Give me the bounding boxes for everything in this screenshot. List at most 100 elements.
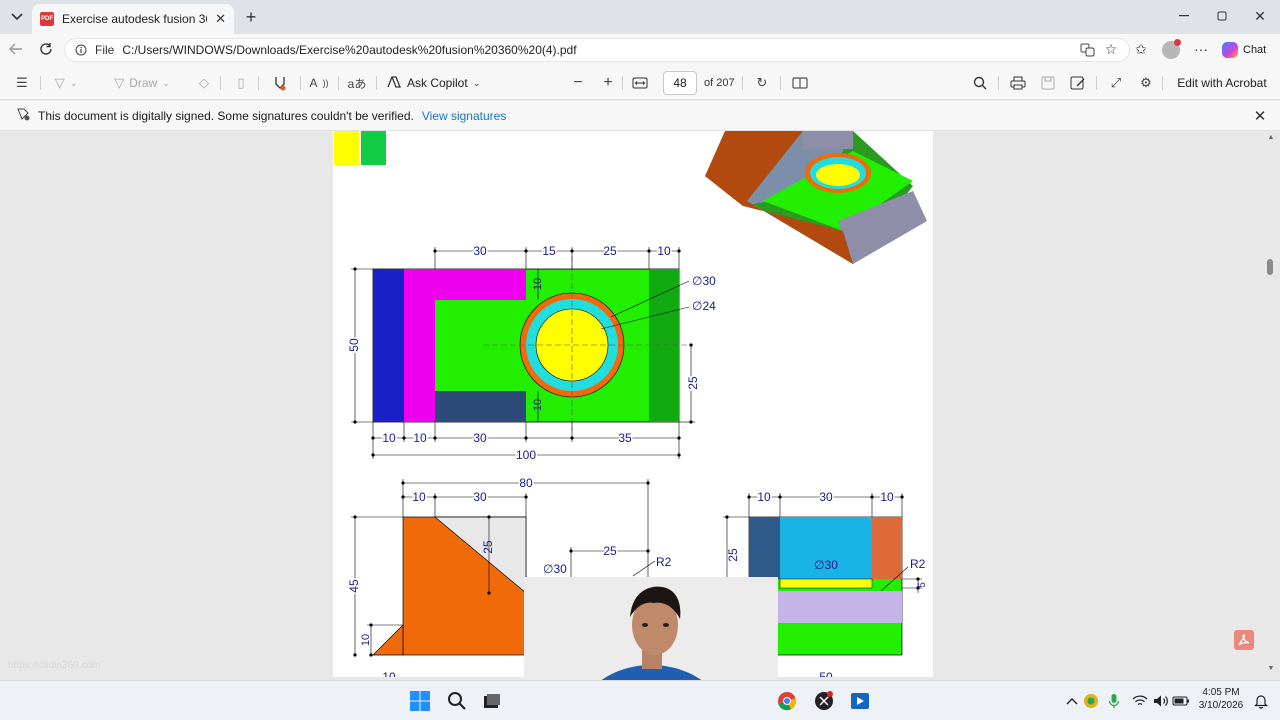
wifi-icon[interactable] <box>1129 690 1151 712</box>
chevron-down-icon: ⌄ <box>162 77 170 88</box>
zoom-out-icon[interactable]: − <box>570 72 586 94</box>
dim-top-3: 25 <box>603 244 617 258</box>
battery-icon[interactable] <box>1170 690 1192 712</box>
dim-top-4: 10 <box>657 244 671 258</box>
info-icon[interactable] <box>75 44 87 56</box>
front-overall-width: 80 <box>519 476 533 490</box>
annotation-tool-icon[interactable] <box>270 72 290 94</box>
dim-height: 50 <box>347 338 361 352</box>
ask-copilot-label: Ask Copilot <box>407 76 468 90</box>
draw-tool-button[interactable]: ▽ Draw ⌄ <box>104 72 180 94</box>
dim-bottom-3: 30 <box>473 431 487 445</box>
legend-yellow-swatch <box>334 131 359 165</box>
side-radius: R2 <box>910 557 926 571</box>
favorite-star-icon[interactable]: ☆ <box>1103 41 1119 57</box>
top-view: 30 15 25 10 10 10 30 35 100 50 25 10 10 … <box>346 243 717 464</box>
new-tab-button[interactable]: + <box>242 7 260 27</box>
maximize-icon[interactable] <box>1214 8 1230 24</box>
pen-icon: ▽ <box>114 75 125 90</box>
toolbar-divider <box>258 76 259 90</box>
tab-list-chevron-icon[interactable] <box>8 9 26 25</box>
refresh-icon[interactable] <box>38 41 54 57</box>
side-small-dim: 5 <box>917 582 928 588</box>
side-bottom-dim: 50 <box>819 670 833 677</box>
contents-list-icon[interactable]: ☰ <box>12 72 32 94</box>
page-count: of 207 <box>704 77 735 89</box>
toolbar-divider <box>998 76 999 90</box>
fit-width-icon[interactable] <box>630 72 650 94</box>
taskbar-clock[interactable]: 4:05 PM 3/10/2026 <box>1194 686 1248 712</box>
side-dim-top-3: 10 <box>880 490 894 504</box>
chevron-down-icon: ⌄ <box>472 77 481 88</box>
dim-top-1: 30 <box>473 244 487 258</box>
favorites-list-icon[interactable]: ✩ <box>1133 41 1149 57</box>
address-input[interactable]: File C:/Users/WINDOWS/Downloads/Exercise… <box>64 38 1130 62</box>
task-view-icon[interactable] <box>481 690 503 712</box>
front-dim-top-1: 10 <box>412 490 426 504</box>
translate-text-icon[interactable]: aあ <box>346 72 368 94</box>
scrollbar-thumb[interactable] <box>1267 259 1273 275</box>
chrome-icon[interactable] <box>776 690 798 712</box>
dim-bottom-4: 35 <box>618 431 632 445</box>
edit-with-acrobat-button[interactable]: Edit with Acrobat <box>1172 72 1272 94</box>
ask-copilot-button[interactable]: Ask Copilot ⌄ <box>386 72 486 94</box>
taskbar-search-icon[interactable] <box>446 690 468 712</box>
scroll-down-icon[interactable]: ▼ <box>1267 664 1275 672</box>
fusion-app-icon[interactable] <box>813 690 835 712</box>
dim-slot-lower: 10 <box>532 399 544 411</box>
scroll-up-icon[interactable]: ▲ <box>1267 133 1275 141</box>
save-as-icon[interactable] <box>1068 72 1088 94</box>
notification-bell-icon[interactable] <box>1250 690 1272 712</box>
eraser-icon[interactable]: ◇ <box>194 72 214 94</box>
zoom-in-icon[interactable]: + <box>600 72 616 94</box>
text-box-icon[interactable]: ▯ <box>230 72 252 94</box>
window-close-icon[interactable]: ✕ <box>1252 8 1268 24</box>
front-radius: R2 <box>656 555 672 569</box>
fullscreen-icon[interactable]: ⤢ <box>1106 72 1126 94</box>
dim-top-2: 15 <box>542 244 556 258</box>
more-menu-icon[interactable]: ··· <box>1193 41 1209 57</box>
front-bottom-height: 10 <box>360 634 372 646</box>
settings-gear-icon[interactable]: ⚙ <box>1136 72 1156 94</box>
save-icon[interactable] <box>1038 72 1058 94</box>
dim-slot-upper: 10 <box>532 278 544 290</box>
print-icon[interactable] <box>1008 72 1028 94</box>
rotate-icon[interactable]: ↻ <box>752 72 772 94</box>
toolbar-divider <box>338 76 339 90</box>
windows-start-icon[interactable] <box>409 690 431 712</box>
view-signatures-link[interactable]: View signatures <box>422 109 507 123</box>
isometric-view <box>705 131 927 264</box>
copilot-icon <box>1222 42 1238 58</box>
signature-message: This document is digitally signed. Some … <box>38 108 414 123</box>
toolbar-divider <box>742 76 743 90</box>
translate-icon[interactable] <box>1080 42 1096 58</box>
search-icon[interactable] <box>970 72 990 94</box>
acrobat-icon[interactable] <box>1234 630 1254 650</box>
page-number-input[interactable]: 48 <box>663 71 697 95</box>
copilot-chat-button[interactable]: Chat <box>1222 40 1274 60</box>
profile-avatar[interactable] <box>1162 39 1181 59</box>
volume-icon[interactable] <box>1150 690 1172 712</box>
signature-warning-icon <box>16 107 30 124</box>
dim-dia-outer: ∅30 <box>692 274 716 288</box>
read-aloud-icon[interactable]: A)) <box>308 72 330 94</box>
dim-right: 25 <box>686 376 700 390</box>
page-view-icon[interactable] <box>790 72 810 94</box>
dim-overall-width: 100 <box>516 448 536 462</box>
minimize-icon[interactable] <box>1176 8 1192 24</box>
tab-title: Exercise autodesk fusion 360 (4).pdf <box>62 12 207 26</box>
clock-time: 4:05 PM <box>1202 687 1240 698</box>
copilot-outline-icon <box>386 75 402 92</box>
close-tab-icon[interactable]: ✕ <box>215 11 226 27</box>
media-player-icon[interactable] <box>849 690 871 712</box>
tray-app-icon[interactable] <box>1080 690 1102 712</box>
browser-tab[interactable]: PDF Exercise autodesk fusion 360 (4).pdf… <box>32 4 234 34</box>
highlight-tool-button[interactable]: ▽ ⌄ <box>48 72 84 94</box>
back-arrow-icon[interactable] <box>8 41 24 57</box>
vertical-scrollbar[interactable]: ▲ ▼ <box>1266 131 1276 677</box>
microphone-icon[interactable] <box>1103 690 1125 712</box>
side-dim-top-1: 10 <box>757 490 771 504</box>
toolbar-divider <box>780 76 781 90</box>
close-notification-icon[interactable]: ✕ <box>1252 108 1268 125</box>
front-bottom-dim: 10 <box>382 670 396 677</box>
